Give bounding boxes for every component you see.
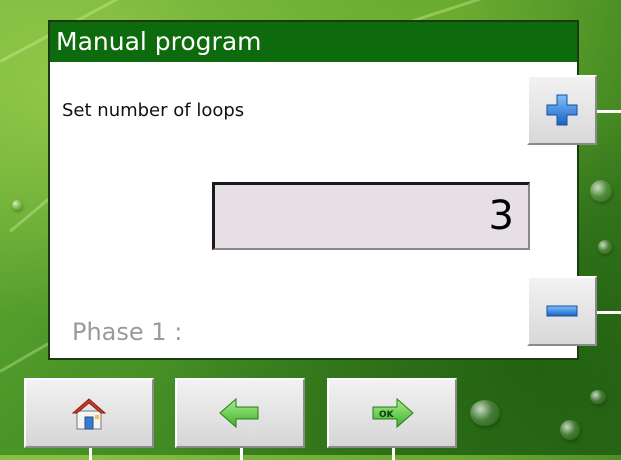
button-leader-line	[597, 110, 621, 113]
button-leader-line	[89, 448, 92, 460]
back-arrow-icon	[219, 397, 259, 429]
water-drop	[470, 400, 500, 426]
dialog-panel: Manual program Set number of loops 3 Pha…	[48, 20, 579, 360]
decrement-button[interactable]	[527, 276, 621, 346]
plus-icon	[546, 94, 578, 126]
phase-label: Phase 1 :	[72, 318, 183, 346]
button-leader-line	[597, 311, 621, 314]
water-drop	[590, 180, 612, 202]
water-drop	[598, 240, 612, 254]
back-button[interactable]	[175, 378, 305, 460]
water-drop	[12, 200, 22, 210]
window-title: Manual program	[50, 22, 577, 62]
loop-count-field[interactable]: 3	[212, 182, 530, 250]
button-leader-line	[240, 448, 243, 460]
svg-text:OK: OK	[379, 410, 395, 420]
home-button[interactable]	[24, 378, 154, 460]
ok-button[interactable]: OK	[327, 378, 457, 460]
button-leader-line	[392, 448, 395, 460]
ok-arrow-icon: OK	[372, 397, 414, 429]
water-drop	[590, 390, 606, 404]
water-drop	[560, 420, 580, 440]
loops-prompt: Set number of loops	[62, 100, 245, 121]
minus-icon	[546, 305, 578, 317]
increment-button[interactable]	[527, 75, 621, 145]
home-icon	[71, 398, 107, 430]
